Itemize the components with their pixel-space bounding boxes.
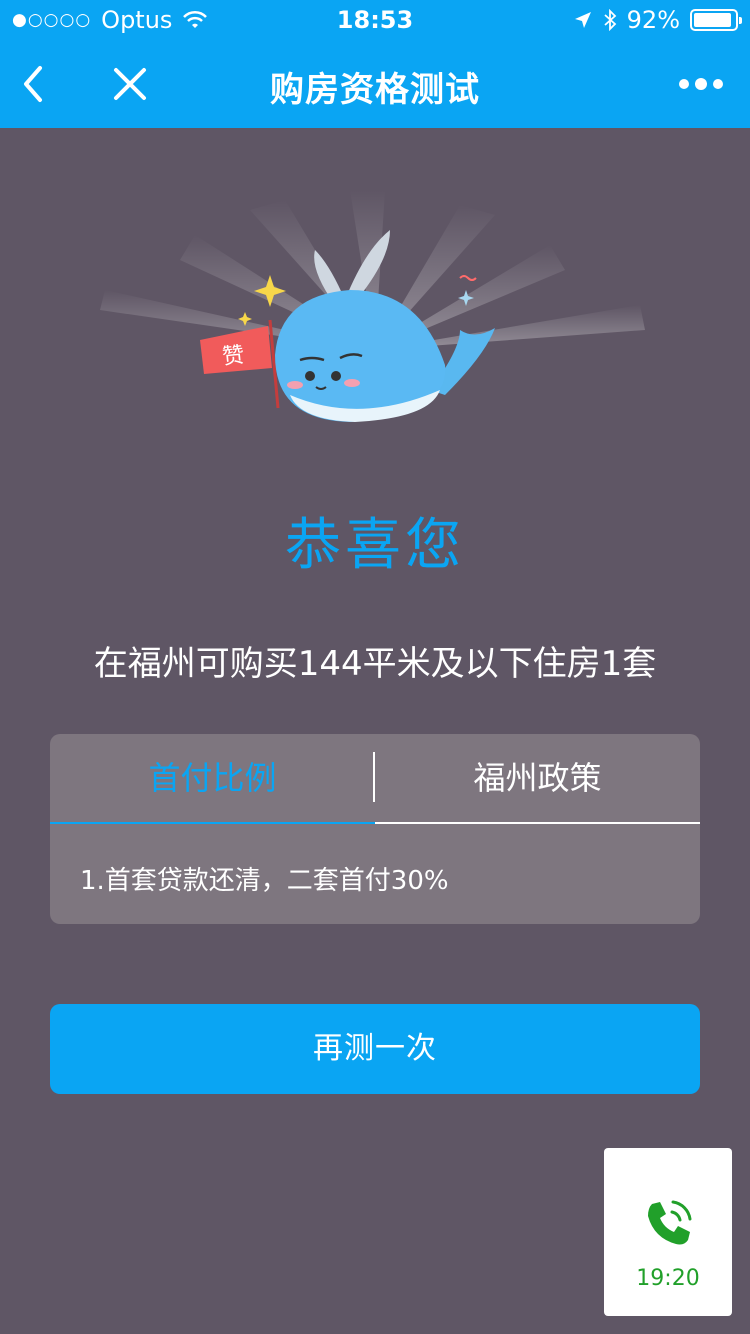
result-text: 在福州可购买144平米及以下住房1套 [93,644,657,684]
tab-fuzhou-policy[interactable]: 福州政策 [375,734,700,824]
tab-bar: 首付比例 福州政策 [50,734,700,824]
congrats-heading: 恭喜您 [285,513,465,578]
battery-fill [694,13,731,27]
card-content: 1.首套贷款还清，二套首付30% [80,866,449,896]
phone-call-icon[interactable] [640,1196,696,1252]
location-arrow-icon [574,12,591,28]
call-widget[interactable]: 19:20 [604,1148,732,1316]
battery-percent: 92% [626,6,680,34]
policy-card: 首付比例 福州政策 1.首套贷款还清，二套首付30% [50,734,700,924]
call-time: 19:20 [636,1266,700,1291]
page-title: 购房资格测试 [270,70,480,110]
bluetooth-icon [604,9,616,31]
battery-icon [690,9,742,31]
retry-button[interactable]: 再测一次 [50,1004,700,1094]
tab-down-payment[interactable]: 首付比例 [50,734,375,824]
whale-mascot-illustration [100,190,645,422]
status-right: 92% [573,6,742,34]
more-dots-icon[interactable] [676,62,726,106]
status-bar: ●○○○○ Optus 18:53 92% [0,0,750,40]
flag-text: 赞 [221,342,246,371]
tab-divider [373,752,375,802]
nav-bar: 购房资格测试 [0,40,750,128]
